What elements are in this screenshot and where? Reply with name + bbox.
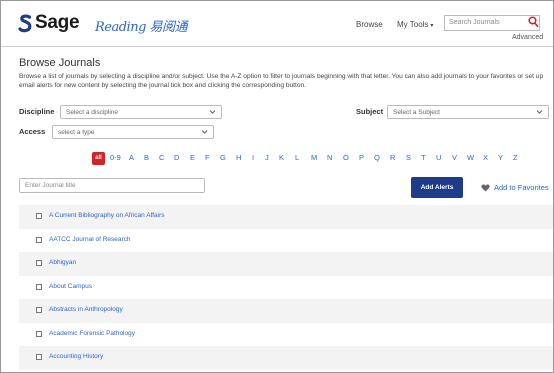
access-select[interactable]: select a type <box>52 125 214 139</box>
az-filter: all 0-9 A B C D E F G H I J K L M N O P … <box>1 152 553 167</box>
journal-link[interactable]: Abstracts in Anthropology <box>49 306 123 313</box>
az-t[interactable]: T <box>421 153 426 162</box>
az-p[interactable]: P <box>359 153 364 162</box>
journal-link[interactable]: About Campus <box>49 283 92 290</box>
list-item: A Current Bibliography on African Affair… <box>19 205 553 229</box>
add-to-favorites-label: Add to Favorites <box>494 183 549 192</box>
az-m[interactable]: M <box>311 153 317 162</box>
discipline-label: Discipline <box>19 107 55 116</box>
caret-down-icon: ▾ <box>430 23 434 29</box>
list-item: Academic Forensic Pathology <box>19 323 553 347</box>
az-o[interactable]: O <box>343 153 349 162</box>
heart-icon <box>481 183 490 192</box>
nav-my-tools[interactable]: My Tools ▾ <box>397 20 433 29</box>
list-item: Abhigyan <box>19 252 553 276</box>
chevron-down-icon <box>536 110 543 114</box>
az-0-9[interactable]: 0-9 <box>110 153 121 162</box>
brand-name: Sage <box>35 12 80 33</box>
az-u[interactable]: U <box>436 153 441 162</box>
az-w[interactable]: W <box>467 153 474 162</box>
nav-my-tools-label: My Tools <box>397 20 429 29</box>
checkbox-icon[interactable] <box>36 354 42 360</box>
add-to-favorites-button[interactable]: Add to Favorites <box>481 183 549 192</box>
az-h[interactable]: H <box>236 153 241 162</box>
search-placeholder: Search Journals <box>449 19 500 26</box>
checkbox-icon[interactable] <box>36 307 42 313</box>
az-x[interactable]: X <box>483 153 488 162</box>
list-item: Abstracts in Anthropology <box>19 299 553 323</box>
list-item: Accounting History <box>19 346 553 370</box>
subject-label: Subject <box>356 107 384 116</box>
az-a[interactable]: A <box>129 153 134 162</box>
journal-title-filter-input[interactable]: Enter Journal title <box>19 178 205 193</box>
journal-link[interactable]: Accounting History <box>49 353 103 360</box>
az-k[interactable]: K <box>279 153 284 162</box>
discipline-value: Select a discipline <box>66 109 119 116</box>
access-value: select a type <box>58 129 95 136</box>
journal-link[interactable]: AATCC Journal of Research <box>49 236 131 243</box>
checkbox-icon[interactable] <box>36 330 42 337</box>
az-f[interactable]: F <box>205 153 210 162</box>
journal-list: A Current Bibliography on African Affair… <box>19 205 553 370</box>
journal-link[interactable]: A Current Bibliography on African Affair… <box>49 212 165 219</box>
search-journals-input[interactable]: Search Journals <box>444 15 540 31</box>
access-label: Access <box>19 127 46 136</box>
sage-logo-icon <box>18 14 32 33</box>
az-z[interactable]: Z <box>513 153 518 162</box>
subject-select[interactable]: Select a Subject <box>387 105 549 119</box>
search-icon[interactable] <box>528 16 539 28</box>
az-y[interactable]: Y <box>498 153 503 162</box>
az-d[interactable]: D <box>174 153 179 162</box>
journal-link[interactable]: Academic Forensic Pathology <box>49 330 135 337</box>
az-r[interactable]: R <box>390 153 395 162</box>
az-v[interactable]: V <box>452 153 457 162</box>
az-i[interactable]: I <box>252 153 254 162</box>
nav-browse[interactable]: Browse <box>356 20 383 29</box>
az-g[interactable]: G <box>220 153 226 162</box>
list-item: About Campus <box>19 276 553 300</box>
journal-link[interactable]: Abhigyan <box>49 259 76 266</box>
az-b[interactable]: B <box>144 153 149 162</box>
az-e[interactable]: E <box>190 153 195 162</box>
checkbox-icon[interactable] <box>36 283 42 290</box>
az-l[interactable]: L <box>295 153 299 162</box>
subject-value: Select a Subject <box>393 109 440 116</box>
az-n[interactable]: N <box>327 153 332 162</box>
browse-journals-page: Sage Reading 易阅通 Browse My Tools ▾ Search… <box>0 0 554 373</box>
site-header: Sage Reading 易阅通 Browse My Tools ▾ Search… <box>1 1 553 47</box>
checkbox-icon[interactable] <box>36 236 42 243</box>
az-c[interactable]: C <box>159 153 164 162</box>
az-j[interactable]: J <box>265 153 269 162</box>
list-item: AATCC Journal of Research <box>19 229 553 253</box>
add-alerts-button[interactable]: Add Alerts <box>411 177 463 198</box>
chevron-down-icon <box>201 130 208 134</box>
checkbox-icon[interactable] <box>36 213 42 219</box>
az-q[interactable]: Q <box>374 153 380 162</box>
page-description: Browse a list of journals by selecting a… <box>19 73 544 89</box>
sub-brand-logo: Reading 易阅通 <box>95 20 188 35</box>
az-all[interactable]: all <box>92 152 105 165</box>
journal-title-placeholder: Enter Journal title <box>25 182 76 189</box>
az-s[interactable]: S <box>406 153 411 162</box>
page-title: Browse Journals <box>19 57 101 69</box>
checkbox-icon[interactable] <box>36 260 42 266</box>
discipline-select[interactable]: Select a discipline <box>60 105 222 119</box>
chevron-down-icon <box>209 110 216 114</box>
advanced-search-link[interactable]: Advanced <box>512 34 543 41</box>
sage-logo[interactable]: Sage <box>18 12 80 34</box>
